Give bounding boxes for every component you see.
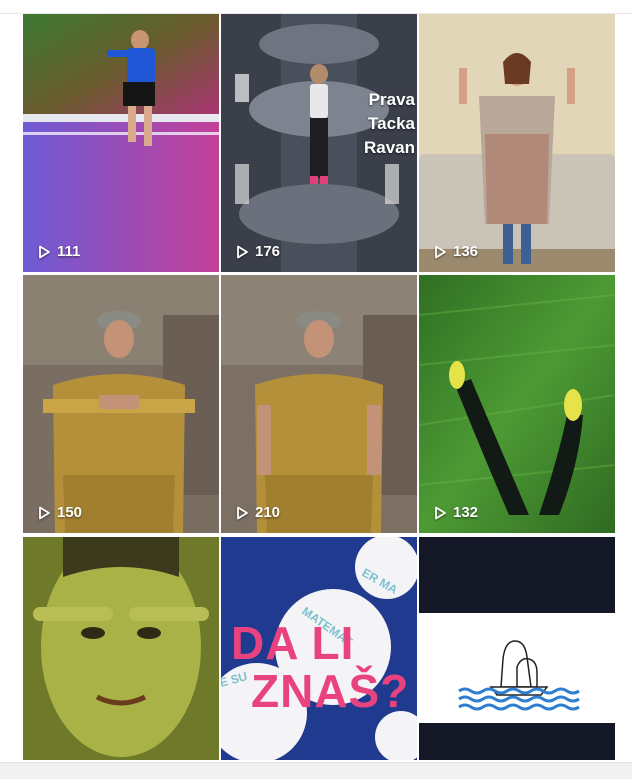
view-count: 132 [433, 504, 478, 521]
caption-line: Ravan [363, 138, 415, 157]
caption-line: Prava [368, 90, 415, 109]
view-count: 150 [37, 504, 82, 521]
video-thumbnail-9 [419, 537, 615, 760]
bottom-bar [0, 762, 632, 779]
view-count-value: 132 [453, 504, 479, 521]
view-count-value: 176 [255, 243, 281, 260]
play-outline-icon [237, 245, 248, 258]
title-line: ZNAŠ? [251, 665, 410, 717]
video-thumbnail-1 [23, 14, 219, 272]
view-count: 136 [433, 243, 478, 260]
video-title-graphic: DA LI ZNAŠ? [231, 619, 409, 715]
video-tile-4[interactable]: 150 [23, 275, 219, 533]
video-tile-6[interactable]: 132 [419, 275, 615, 533]
video-tile-3[interactable]: 136 [419, 14, 615, 272]
video-tile-1[interactable]: 111 [23, 14, 219, 272]
view-count-value: 150 [57, 504, 83, 521]
video-thumbnail-4 [23, 275, 219, 533]
video-thumbnail-3 [419, 14, 615, 272]
video-tile-5[interactable]: 210 [221, 275, 417, 533]
view-count-value: 210 [255, 504, 281, 521]
view-count-value: 136 [453, 243, 479, 260]
video-overlay-caption: Prava Tacka Ravan [364, 88, 415, 160]
play-outline-icon [237, 506, 248, 519]
view-count-value: 111 [57, 243, 81, 260]
video-tile-7[interactable] [23, 537, 219, 760]
video-tile-2[interactable]: Prava Tacka Ravan 176 [221, 14, 417, 272]
play-outline-icon [39, 506, 50, 519]
video-grid: 111 Prava Tacka Ravan 176 136 150 210 13… [23, 14, 615, 760]
video-thumbnail-5 [221, 275, 417, 533]
title-line: DA LI [231, 617, 355, 669]
view-count: 111 [37, 243, 80, 260]
video-tile-9[interactable] [419, 537, 615, 760]
play-outline-icon [435, 506, 446, 519]
play-outline-icon [435, 245, 446, 258]
video-thumbnail-7 [23, 537, 219, 760]
caption-line: Tacka [368, 114, 415, 133]
view-count: 176 [235, 243, 280, 260]
view-count: 210 [235, 504, 280, 521]
video-thumbnail-6 [419, 275, 615, 533]
video-tile-8[interactable]: ER MA MATEMAT E SU DA LI ZNAŠ? [221, 537, 417, 760]
play-outline-icon [39, 245, 50, 258]
